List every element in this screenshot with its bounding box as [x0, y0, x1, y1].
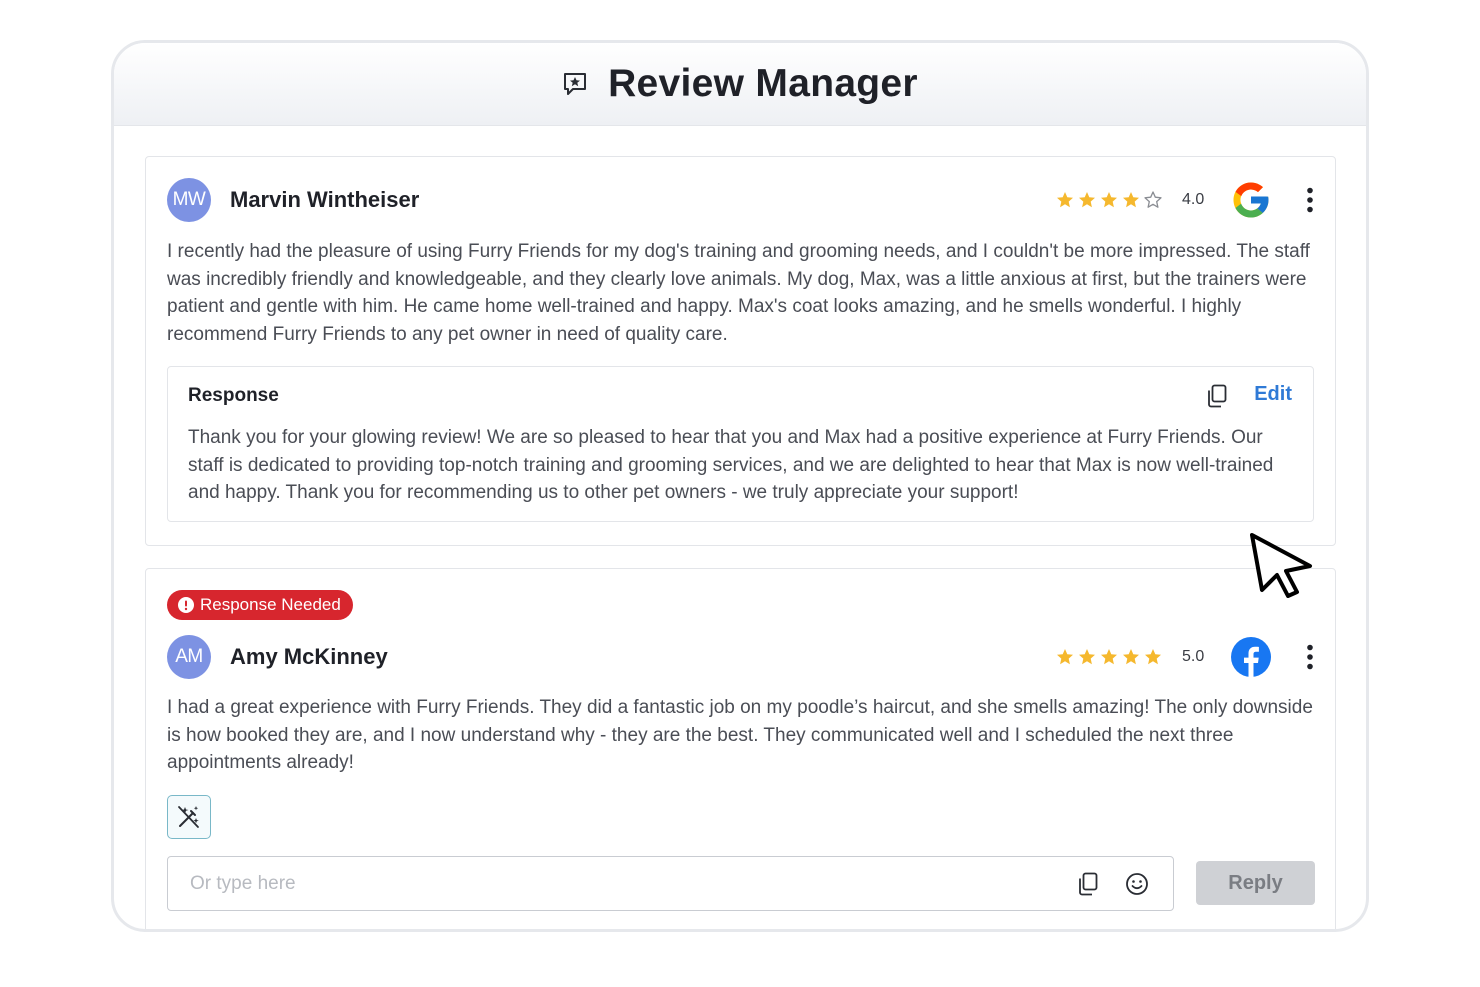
google-icon [1230, 179, 1272, 221]
response-title: Response [188, 385, 279, 406]
mouse-cursor-icon [1248, 532, 1314, 598]
reply-field [167, 856, 1174, 911]
star-icon [1056, 648, 1074, 666]
star-icon [1122, 191, 1140, 209]
edit-response-link[interactable]: Edit [1254, 383, 1292, 406]
reviewer-name: Amy McKinney [230, 644, 388, 669]
rating-value: 4.0 [1182, 191, 1205, 208]
star-icon [1144, 648, 1162, 666]
reviewer-name: Marvin Wintheiser [230, 187, 420, 212]
star-outline-icon [1144, 191, 1162, 209]
avatar: MW [167, 178, 211, 222]
star-icon [1100, 191, 1118, 209]
emoji-icon[interactable] [1125, 872, 1149, 896]
badge-label: Response Needed [200, 595, 341, 614]
review-manager-window: Review Manager MW Marvin Wintheiser 4.0 [111, 40, 1369, 932]
review-header: MW Marvin Wintheiser 4.0 [167, 177, 1314, 223]
page-title: Review Manager [608, 62, 918, 105]
response-needed-badge: Response Needed [167, 590, 353, 620]
more-options-icon[interactable] [1306, 187, 1314, 213]
star-icon [1078, 191, 1096, 209]
response-text: Thank you for your glowing review! We ar… [188, 427, 1274, 504]
reply-button[interactable]: Reply [1196, 861, 1315, 905]
response-box: Response Edit Thank you for your glowing… [167, 366, 1314, 522]
copy-icon[interactable] [1206, 384, 1228, 408]
chat-star-icon [562, 71, 588, 97]
star-rating [1056, 648, 1162, 666]
magic-wand-icon [176, 804, 202, 830]
facebook-icon [1230, 636, 1272, 678]
reply-input[interactable] [188, 871, 1077, 896]
review-header: AM Amy McKinney 5.0 [167, 634, 1314, 680]
copy-icon[interactable] [1077, 872, 1101, 896]
star-rating [1056, 191, 1162, 209]
star-icon [1056, 191, 1074, 209]
ai-generate-button[interactable] [167, 795, 211, 839]
star-icon [1122, 648, 1140, 666]
review-card: Response Needed AM Amy McKinney 5.0 I ha… [145, 568, 1336, 929]
avatar: AM [167, 635, 211, 679]
header: Review Manager [114, 43, 1366, 126]
star-icon [1078, 648, 1096, 666]
rating-value: 5.0 [1182, 648, 1205, 665]
star-icon [1100, 648, 1118, 666]
alert-icon [178, 597, 194, 613]
review-text: I had a great experience with Furry Frie… [167, 697, 1313, 774]
more-options-icon[interactable] [1306, 644, 1314, 670]
review-text: I recently had the pleasure of using Fur… [167, 241, 1310, 346]
review-card: MW Marvin Wintheiser 4.0 I recently had … [145, 156, 1336, 546]
